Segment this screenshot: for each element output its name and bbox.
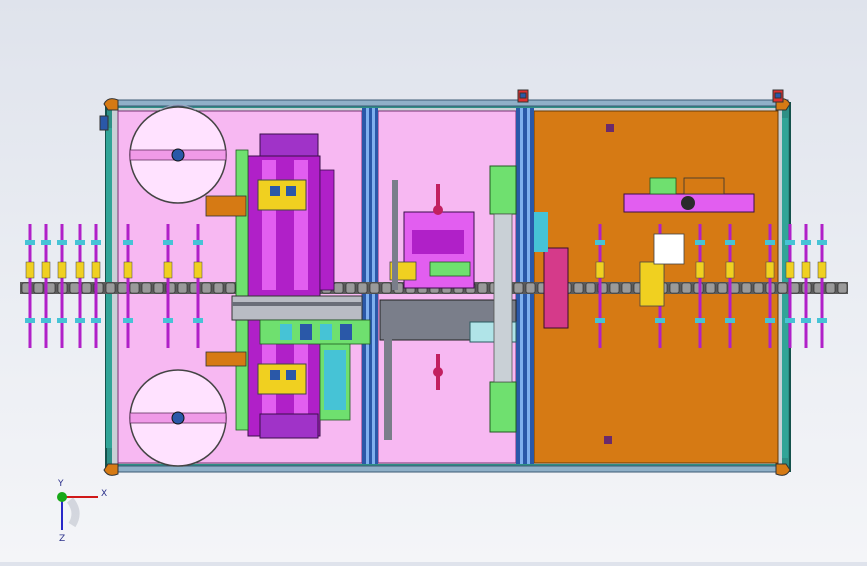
- feed-disc-bottom: [129, 369, 227, 467]
- feed-disc-top: [129, 104, 227, 204]
- assembly-drawing: X Y Z: [20, 89, 848, 544]
- cad-viewport[interactable]: X Y Z: [0, 0, 867, 562]
- y-axis-label: Y: [57, 479, 64, 489]
- z-axis-label: Z: [59, 534, 65, 544]
- axis-triad: X Y Z: [57, 479, 107, 544]
- x-axis-label: X: [101, 489, 107, 499]
